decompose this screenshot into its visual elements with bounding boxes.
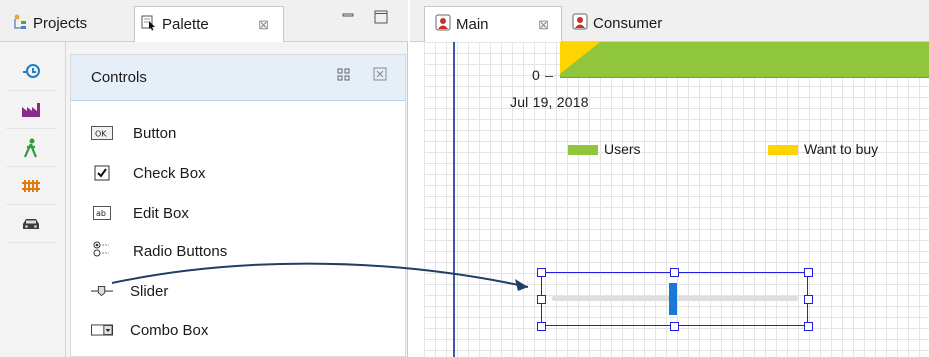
drag-arrow xyxy=(111,262,529,291)
arrow-head-icon xyxy=(515,279,528,291)
